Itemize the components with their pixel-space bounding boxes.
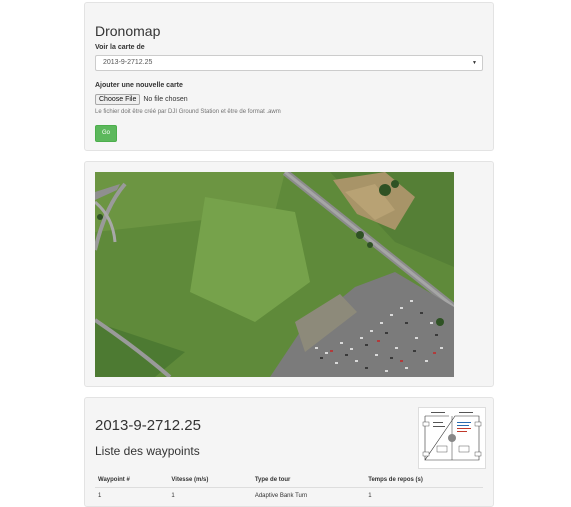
choose-file-button[interactable]: Choose File (95, 94, 141, 105)
aerial-photo (95, 172, 454, 377)
table-header-cell: Temps de repos (s) (365, 472, 483, 488)
turn-type-cell: Adaptive Bank Turn (254, 492, 308, 499)
waypoint-number-cell: 1 (98, 492, 102, 499)
flight-plan-diagram (419, 408, 485, 468)
table-header-cell: Type de tour (251, 472, 366, 488)
speed-cell: 1 (171, 492, 175, 499)
map-select[interactable]: 2013-9-2712.25 ▼ (95, 55, 483, 71)
map-details-panel: 2013-9-2712.25 Liste des waypoints Waypo… (84, 397, 494, 507)
map-selection-panel: Dronomap Voir la carte de 2013-9-2712.25… (84, 2, 494, 151)
flight-plan-thumbnail (418, 407, 486, 469)
view-map-label: Voir la carte de (95, 44, 145, 51)
map-record-title: 2013-9-2712.25 (95, 417, 201, 434)
waypoints-table: Waypoint # Vitesse (m/s) Type de tour Te… (95, 472, 483, 503)
aerial-map-image (95, 172, 454, 377)
app-title: Dronomap (95, 23, 161, 39)
file-help-text: Le fichier doit être créé par DJI Ground… (95, 109, 281, 115)
file-input[interactable]: Choose File No file chosen (95, 94, 188, 106)
go-button[interactable]: Go (95, 125, 117, 142)
table-header-row: Waypoint # Vitesse (m/s) Type de tour Te… (95, 472, 483, 488)
table-row: 1 1 Adaptive Bank Turn 1 (95, 488, 483, 504)
add-map-label: Ajouter une nouvelle carte (95, 82, 183, 89)
map-select-value: 2013-9-2712.25 (103, 59, 153, 66)
waypoints-heading: Liste des waypoints (95, 444, 200, 458)
rest-time-cell: 1 (368, 492, 372, 499)
table-header-cell: Waypoint # (95, 472, 169, 488)
caret-down-icon: ▼ (472, 60, 477, 66)
file-status: No file chosen (143, 96, 188, 103)
table-header-cell: Vitesse (m/s) (168, 472, 252, 488)
map-panel (84, 161, 494, 387)
